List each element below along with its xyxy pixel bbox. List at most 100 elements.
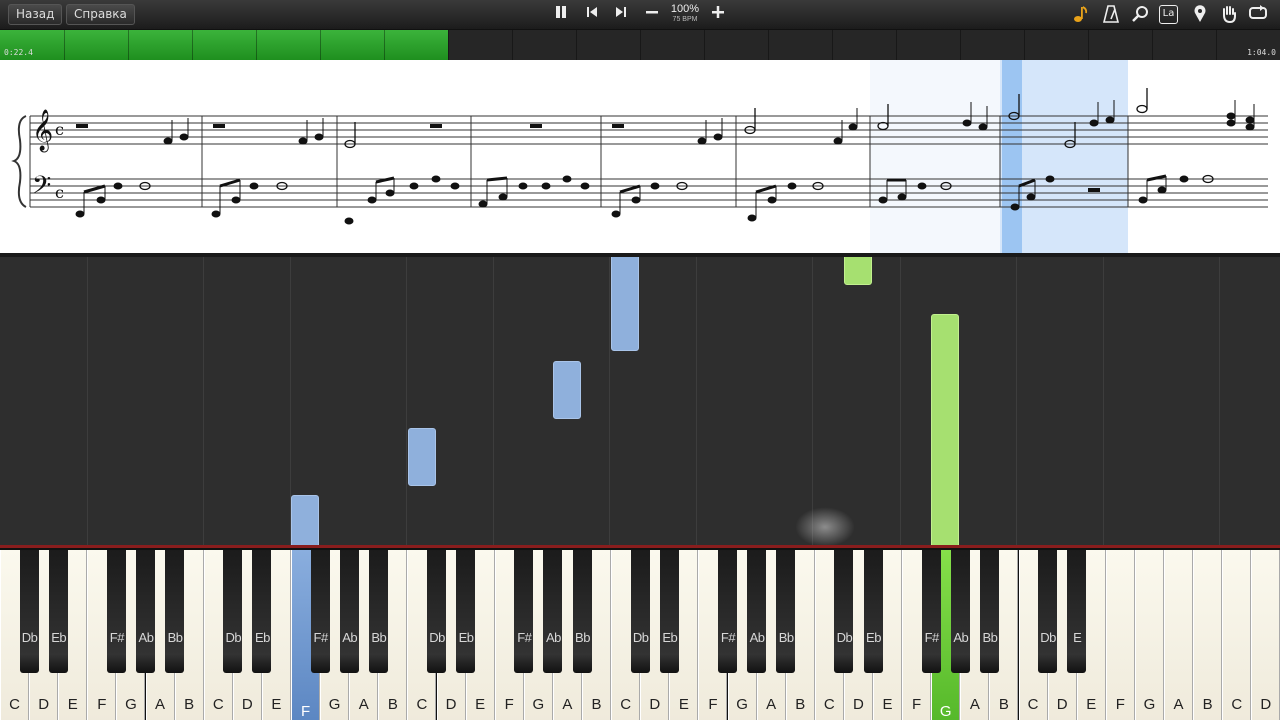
back-button[interactable]: Назад (8, 4, 63, 25)
black-key-label: Bb (167, 630, 183, 645)
black-key[interactable]: Db (19, 550, 39, 673)
black-key-label: Bb (778, 630, 794, 645)
black-key[interactable]: Db (1038, 550, 1058, 673)
black-key[interactable]: Eb (252, 550, 272, 673)
help-button[interactable]: Справка (66, 4, 135, 25)
staff-notation: 𝄞 𝄢 c c (11, 60, 1268, 253)
white-key-label: D (649, 696, 661, 713)
white-key-label: B (184, 696, 195, 713)
metronome-icon[interactable] (1101, 5, 1121, 25)
black-key-label: Bb (575, 630, 590, 645)
black-key[interactable]: Ab (950, 550, 970, 673)
note-icon[interactable] (1071, 5, 1091, 25)
black-key-label: Eb (458, 630, 474, 645)
white-key[interactable]: G (1134, 550, 1164, 720)
black-key[interactable]: Bb (368, 550, 388, 673)
white-key-label: E (1086, 696, 1097, 713)
black-key[interactable]: Db (630, 550, 650, 673)
white-key-label: E (882, 696, 893, 713)
la-icon[interactable]: La (1159, 5, 1178, 24)
black-key[interactable]: Eb (863, 550, 883, 673)
black-key-label: Eb (254, 630, 270, 645)
piano-keyboard: CDEFGABCDEFGABCDEFGABCDEFGABCDEFGABCDEFG… (0, 545, 1280, 720)
black-key[interactable]: F# (106, 550, 126, 673)
magnifier-icon[interactable] (1130, 5, 1150, 25)
white-key[interactable]: D (1251, 550, 1280, 720)
white-key-label: B (387, 696, 398, 713)
black-key-label: Eb (866, 630, 881, 645)
white-key-label: D (38, 696, 50, 713)
white-key-label: G (125, 696, 137, 713)
white-key-label: C (1231, 696, 1243, 713)
sheet-music: 𝄞 𝄢 c c (0, 60, 1280, 253)
black-key[interactable]: Db (427, 550, 446, 673)
white-key-label: G (939, 703, 952, 720)
white-key-label: G (532, 696, 545, 713)
black-key[interactable]: Db (223, 550, 243, 673)
falling-note-right-hand (844, 257, 872, 285)
black-key[interactable]: Ab (339, 550, 359, 673)
plus-icon[interactable] (708, 5, 728, 25)
black-key[interactable]: Eb (456, 550, 476, 673)
white-key[interactable]: B (1193, 550, 1223, 720)
black-key[interactable]: Db (834, 550, 854, 673)
speed-readout: 100% 75 BPM (668, 3, 702, 24)
white-key-label: G (328, 696, 341, 713)
white-key-label: C (1027, 696, 1039, 713)
white-key-label: F (912, 696, 922, 713)
white-key-label: E (67, 696, 78, 713)
white-key[interactable]: C (1222, 550, 1252, 720)
white-key-label: E (271, 696, 282, 713)
minus-icon[interactable] (642, 5, 662, 25)
black-key[interactable]: Bb (979, 550, 999, 673)
loop-icon[interactable] (1248, 5, 1268, 25)
forward-icon[interactable] (611, 5, 631, 25)
white-key-label: A (358, 696, 369, 713)
black-key-label: Bb (982, 630, 998, 645)
white-key-label: A (155, 696, 166, 713)
marker-icon[interactable] (1190, 5, 1210, 25)
black-key[interactable]: F# (718, 550, 737, 673)
black-key[interactable]: Eb (659, 550, 679, 673)
black-key-label: Eb (662, 630, 678, 645)
white-key-label: D (853, 696, 864, 713)
falling-note-left-hand (291, 495, 319, 545)
white-key-label: B (1202, 696, 1213, 713)
black-key[interactable]: Bb (776, 550, 796, 673)
black-key[interactable]: Bb (165, 550, 185, 673)
white-key[interactable]: A (1164, 550, 1194, 720)
falling-note-left-hand (611, 257, 639, 351)
black-key[interactable]: Ab (543, 550, 563, 673)
white-key-label: A (969, 696, 980, 713)
svg-text:c: c (55, 120, 64, 139)
black-key[interactable]: Bb (572, 550, 592, 673)
white-key-label: C (212, 696, 224, 713)
pause-icon[interactable] (551, 5, 571, 25)
white-key-label: C (416, 696, 428, 713)
black-key[interactable]: F# (921, 550, 941, 673)
white-key-label: C (620, 696, 632, 713)
white-key-label: F (1115, 696, 1125, 713)
white-key-label: C (9, 696, 20, 713)
black-key-label: Bb (371, 630, 387, 645)
white-key-label: G (736, 696, 748, 713)
white-key-label: B (795, 696, 806, 713)
elapsed-time: 0:22.4 (4, 48, 33, 57)
black-key[interactable]: E (1067, 550, 1087, 673)
tempo-label: 75 BPM (672, 16, 698, 23)
white-key-label: A (766, 696, 777, 713)
white-key-label: G (1143, 696, 1156, 713)
black-key[interactable]: F# (514, 550, 534, 673)
white-key[interactable]: F (1105, 550, 1135, 720)
black-key[interactable]: F# (310, 550, 330, 673)
synthesia-app: Назад Справка 100% 75 BPM La 0:22.4 1:04… (0, 0, 1280, 720)
black-key[interactable]: Ab (747, 550, 767, 673)
song-progress-bar[interactable]: 0:22.4 1:04.0 (0, 30, 1280, 60)
hand-icon[interactable] (1219, 5, 1239, 25)
black-key[interactable]: Ab (136, 550, 155, 673)
key-press-glow (795, 507, 855, 545)
white-key-label: D (1056, 696, 1068, 713)
black-key[interactable]: Eb (48, 550, 68, 673)
svg-text:𝄢: 𝄢 (32, 171, 51, 206)
rewind-icon[interactable] (582, 5, 602, 25)
